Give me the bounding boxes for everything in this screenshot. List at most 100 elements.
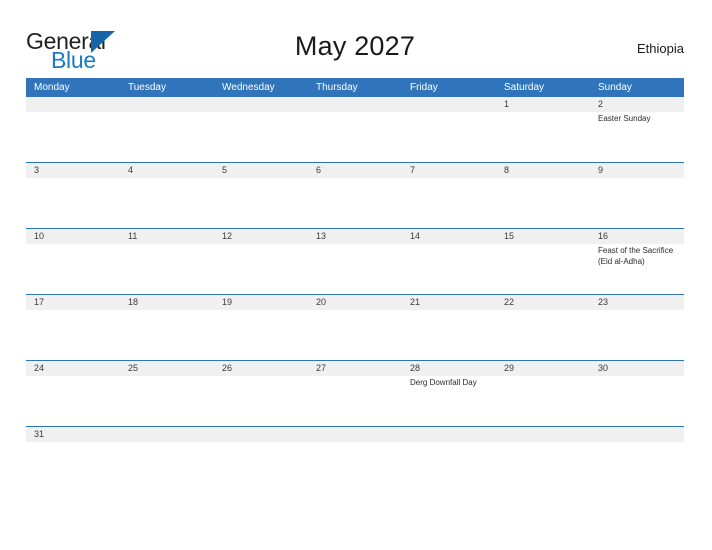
day-number [410,427,496,442]
day-number: 15 [504,231,515,241]
calendar-week-row: 3 4 5 6 7 8 9 [26,162,684,228]
weekday-header-sunday: Sunday [598,82,632,93]
calendar-weeks: 1 2 Easter Sunday 3 4 5 6 7 8 9 10 11 12 13 14 15 16 Feas… [26,97,684,448]
calendar-week-row: 31 [26,426,684,448]
day-cell-24[interactable]: 24 [26,361,120,426]
day-number: 2 [598,99,604,109]
day-number: 20 [316,297,327,307]
day-cell-empty [308,427,402,448]
calendar-week-row: 24 25 26 27 28 Derg Downfall Day 29 30 [26,360,684,426]
day-number: 4 [128,165,134,175]
weekday-header-saturday: Saturday [504,82,545,93]
day-number: 27 [316,363,327,373]
day-number [410,97,496,112]
day-cell-28[interactable]: 28 Derg Downfall Day [402,361,496,426]
weekday-header-row: Monday Tuesday Wednesday Thursday Friday Satu… [26,78,684,97]
day-number: 6 [316,165,322,175]
day-number [316,97,402,112]
day-cell-8[interactable]: 8 [496,163,590,228]
day-cell-16[interactable]: 16 Feast of the Sacrifice (Eid al-Adha) [590,229,684,294]
day-cell-empty [120,97,214,162]
day-number: 3 [34,165,40,175]
day-cell-empty [590,427,684,448]
day-cell-3[interactable]: 3 [26,163,120,228]
week-cells: 1 2 Easter Sunday [26,97,684,162]
day-number: 28 [410,363,421,373]
day-cell-31[interactable]: 31 [26,427,120,448]
day-cell-1[interactable]: 1 [496,97,590,162]
calendar-page: General Blue May 2027 Ethiopia Monday Tue… [0,0,712,550]
day-number: 17 [34,297,45,307]
day-number: 26 [222,363,233,373]
day-number: 29 [504,363,515,373]
day-cell-4[interactable]: 4 [120,163,214,228]
day-number: 9 [598,165,604,175]
day-number [128,97,214,112]
day-number: 10 [34,231,45,241]
day-cell-11[interactable]: 11 [120,229,214,294]
holiday-event: Feast of the Sacrifice (Eid al-Adha) [598,246,674,266]
weekday-header-friday: Friday [410,82,438,93]
week-cells: 10 11 12 13 14 15 16 Feast of the Sacrifice (Ei… [26,229,684,294]
day-cell-6[interactable]: 6 [308,163,402,228]
day-number: 11 [128,231,138,241]
holiday-event: Easter Sunday [598,114,651,123]
day-cell-21[interactable]: 21 [402,295,496,360]
day-number: 23 [598,297,609,307]
day-cell-12[interactable]: 12 [214,229,308,294]
day-cell-27[interactable]: 27 [308,361,402,426]
day-cell-2[interactable]: 2 Easter Sunday [590,97,684,162]
day-cell-30[interactable]: 30 [590,361,684,426]
day-cell-19[interactable]: 19 [214,295,308,360]
day-cell-7[interactable]: 7 [402,163,496,228]
calendar-week-row: 17 18 19 20 21 22 23 [26,294,684,360]
weekday-header-monday: Monday [34,82,70,93]
day-number: 5 [222,165,228,175]
day-events: Derg Downfall Day [410,376,496,389]
day-cell-18[interactable]: 18 [120,295,214,360]
weekday-header-tuesday: Tuesday [128,82,166,93]
page-title: May 2027 [294,31,416,61]
day-cell-20[interactable]: 20 [308,295,402,360]
calendar-week-row: 1 2 Easter Sunday [26,97,684,162]
day-events: Feast of the Sacrifice (Eid al-Adha) [598,244,684,267]
day-number [222,427,308,442]
day-number: 13 [316,231,327,241]
day-cell-empty [402,427,496,448]
day-cell-empty [214,97,308,162]
day-number: 25 [128,363,139,373]
day-cell-17[interactable]: 17 [26,295,120,360]
week-cells: 31 [26,427,684,448]
day-number: 8 [504,165,510,175]
weekday-header-wednesday: Wednesday [222,82,275,93]
day-cell-29[interactable]: 29 [496,361,590,426]
day-number [34,97,120,112]
day-cell-13[interactable]: 13 [308,229,402,294]
weekday-header-thursday: Thursday [316,82,358,93]
day-cell-10[interactable]: 10 [26,229,120,294]
country-label: Ethiopia [637,41,684,56]
day-number [598,427,684,442]
day-number: 1 [504,99,510,109]
day-cell-empty [308,97,402,162]
day-number: 18 [128,297,139,307]
day-cell-25[interactable]: 25 [120,361,214,426]
day-number: 16 [598,231,609,241]
day-number: 7 [410,165,416,175]
page-header: General Blue May 2027 Ethiopia [26,26,684,73]
day-events: Easter Sunday [598,112,684,125]
week-cells: 24 25 26 27 28 Derg Downfall Day 29 30 [26,361,684,426]
day-cell-15[interactable]: 15 [496,229,590,294]
day-number: 14 [410,231,421,241]
day-number: 31 [34,429,45,439]
day-cell-9[interactable]: 9 [590,163,684,228]
day-cell-23[interactable]: 23 [590,295,684,360]
day-cell-5[interactable]: 5 [214,163,308,228]
day-cell-26[interactable]: 26 [214,361,308,426]
day-number: 22 [504,297,515,307]
day-cell-14[interactable]: 14 [402,229,496,294]
day-cell-22[interactable]: 22 [496,295,590,360]
day-cell-empty [496,427,590,448]
week-cells: 17 18 19 20 21 22 23 [26,295,684,360]
day-number: 12 [222,231,233,241]
